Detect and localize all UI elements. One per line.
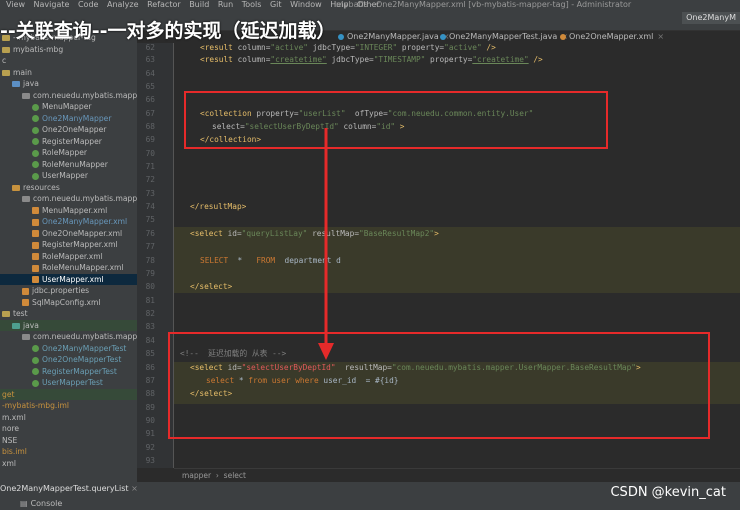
breadcrumb-item[interactable]: select bbox=[224, 471, 246, 480]
overlay-title: --关联查询--一对多的实现（延迟加载） bbox=[0, 20, 336, 42]
console-label: Console bbox=[30, 499, 63, 508]
run-tab-label: One2ManyMapperTest.queryList bbox=[0, 484, 129, 493]
console-tab[interactable]: ▤ Console bbox=[0, 499, 62, 508]
console-icon: ▤ bbox=[20, 499, 28, 508]
breadcrumb-item[interactable]: mapper bbox=[182, 471, 211, 480]
watermark: CSDN @kevin_cat bbox=[610, 485, 726, 500]
annotation-arrow bbox=[318, 128, 334, 360]
breadcrumb: mapper › select bbox=[174, 468, 740, 482]
run-tab[interactable]: One2ManyMapperTest.queryList × bbox=[0, 484, 138, 494]
close-icon[interactable]: × bbox=[131, 484, 138, 493]
